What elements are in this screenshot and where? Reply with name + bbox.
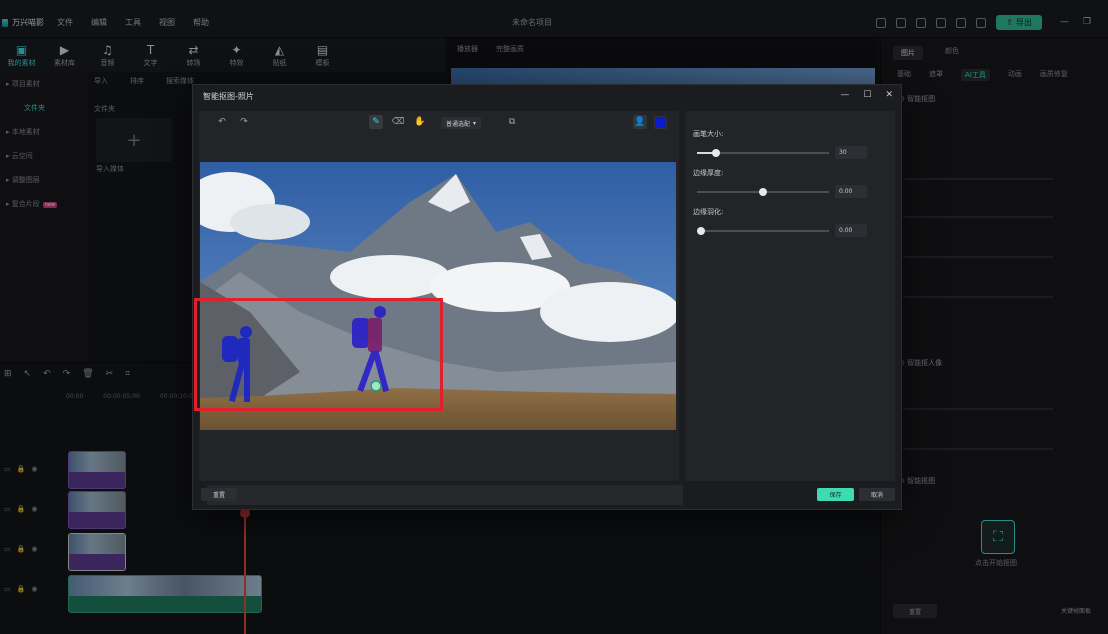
minimize-icon[interactable]: — <box>840 90 849 100</box>
mode-label: 普通选配 <box>446 120 471 128</box>
close-icon[interactable]: ✕ <box>885 90 893 100</box>
slider-knob[interactable] <box>697 227 705 235</box>
slider-knob[interactable] <box>711 149 720 157</box>
brush-settings-panel: 画笔大小: 30 边缘厚度: 0.00 边缘羽化: 0.00 <box>685 111 895 481</box>
brush-size-label: 画笔大小: <box>693 130 724 138</box>
chevron-down-icon: ▾ <box>473 119 477 127</box>
video-editor-app: 万兴喵影 文件 编辑 工具 视图 帮助 未命名项目 ⇪ 导出 — ❐ ▣ 我的素… <box>0 0 1108 634</box>
edge-thickness-value[interactable]: 0.00 <box>835 185 867 198</box>
eraser-icon[interactable]: ⌫ <box>391 115 405 129</box>
editor-bottom-bar <box>207 485 683 505</box>
edge-feather-slider[interactable] <box>697 227 829 235</box>
compare-icon[interactable]: ⧉ <box>505 115 519 129</box>
undo-icon[interactable]: ↶ <box>215 115 229 129</box>
dialog-save-button[interactable]: 保存 <box>817 488 854 501</box>
overlay-color-swatch[interactable] <box>654 116 667 129</box>
brush-size-slider[interactable] <box>697 149 829 157</box>
brush-icon[interactable]: ✎ <box>369 115 383 129</box>
edge-thickness-label: 边缘厚度: <box>693 169 724 177</box>
hand-icon[interactable]: ✋ <box>413 115 427 129</box>
mode-select[interactable]: 普通选配 ▾ <box>441 117 482 129</box>
edge-feather-label: 边缘羽化: <box>693 208 724 216</box>
highlight-box <box>194 298 443 411</box>
dialog-window-controls: — ☐ ✕ <box>840 90 893 100</box>
dialog-reset-button[interactable]: 重置 <box>201 488 237 501</box>
person-icon[interactable]: 👤 <box>633 115 647 129</box>
edge-feather-value[interactable]: 0.00 <box>835 224 867 237</box>
editor-toolbar: ↶ ↷ ✎ ⌫ ✋ 普通选配 ▾ ⧉ 👤 <box>199 111 679 135</box>
dialog-cancel-button[interactable]: 取消 <box>859 488 895 501</box>
brush-size-value[interactable]: 30 <box>835 146 867 159</box>
slider-knob[interactable] <box>759 188 767 196</box>
redo-icon[interactable]: ↷ <box>237 115 251 129</box>
dialog-title: 智能抠图-照片 <box>203 92 254 101</box>
maximize-icon[interactable]: ☐ <box>863 90 871 100</box>
edge-thickness-slider[interactable] <box>697 188 829 196</box>
slider-fill <box>697 152 713 154</box>
